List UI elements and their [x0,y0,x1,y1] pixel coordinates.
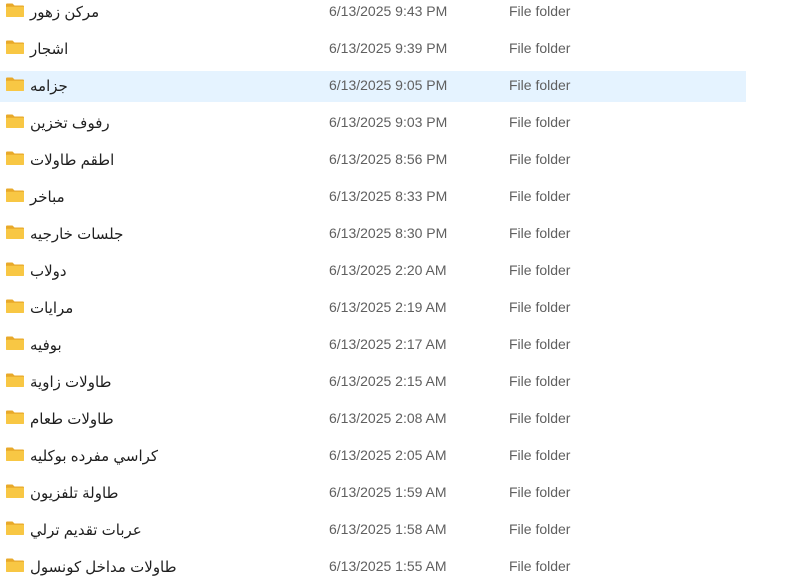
file-row[interactable]: كراسي مفرده بوكليه 6/13/2025 2:05 AM Fil… [0,441,746,472]
folder-icon [5,76,25,92]
folder-icon [5,372,25,388]
file-name: طاولات مداخل كونسول [30,559,177,576]
file-name: مركن زهور [30,4,100,21]
file-date-modified: 6/13/2025 8:56 PM [329,151,448,167]
file-name: اطقم طاولات [30,152,115,169]
file-name: بوفيه [30,337,62,354]
file-row[interactable]: طاولات مداخل كونسول 6/13/2025 1:55 AM Fi… [0,552,746,583]
file-row[interactable]: طاولات زاوية 6/13/2025 2:15 AM File fold… [0,367,746,398]
file-name: مباخر [30,189,65,206]
file-date-modified: 6/13/2025 9:39 PM [329,40,448,56]
file-date-modified: 6/13/2025 2:19 AM [329,299,447,315]
file-name: طاولات طعام [30,411,114,428]
file-row[interactable]: مركن زهور 6/13/2025 9:43 PM File folder [0,0,746,28]
file-row[interactable]: اطقم طاولات 6/13/2025 8:56 PM File folde… [0,145,746,176]
file-type: File folder [509,373,571,389]
file-row[interactable]: مباخر 6/13/2025 8:33 PM File folder [0,182,746,213]
file-type: File folder [509,484,571,500]
file-type: File folder [509,225,571,241]
file-date-modified: 6/13/2025 1:59 AM [329,484,447,500]
file-date-modified: 6/13/2025 2:08 AM [329,410,447,426]
file-type: File folder [509,114,571,130]
file-type: File folder [509,40,571,56]
file-type: File folder [509,447,571,463]
file-row[interactable]: طاولة تلفزيون 6/13/2025 1:59 AM File fol… [0,478,746,509]
folder-icon [5,150,25,166]
file-name: طاولات زاوية [30,374,112,391]
file-date-modified: 6/13/2025 2:17 AM [329,336,447,352]
file-name: جلسات خارجيه [30,226,124,243]
file-row[interactable]: رفوف تخزين 6/13/2025 9:03 PM File folder [0,108,746,139]
file-date-modified: 6/13/2025 9:03 PM [329,114,448,130]
folder-icon [5,520,25,536]
file-type: File folder [509,3,571,19]
file-name: مرايات [30,300,74,317]
folder-icon [5,335,25,351]
folder-icon [5,557,25,573]
file-type: File folder [509,558,571,574]
file-name: كراسي مفرده بوكليه [30,448,159,465]
file-name: جزامه [30,78,68,95]
file-name: رفوف تخزين [30,115,110,132]
file-date-modified: 6/13/2025 1:58 AM [329,521,447,537]
file-list: مركن زهور 6/13/2025 9:43 PM File folder … [0,0,791,577]
file-row[interactable]: عربات تقديم ترلي 6/13/2025 1:58 AM File … [0,515,746,546]
file-row[interactable]: بوفيه 6/13/2025 2:17 AM File folder [0,330,746,361]
file-name: اشجار [30,41,69,58]
file-date-modified: 6/13/2025 2:05 AM [329,447,447,463]
file-row[interactable]: اشجار 6/13/2025 9:39 PM File folder [0,34,746,65]
file-type: File folder [509,336,571,352]
file-type: File folder [509,262,571,278]
folder-icon [5,409,25,425]
folder-icon [5,446,25,462]
folder-icon [5,2,25,18]
folder-icon [5,113,25,129]
file-row[interactable]: دولاب 6/13/2025 2:20 AM File folder [0,256,746,287]
file-row[interactable]: طاولات طعام 6/13/2025 2:08 AM File folde… [0,404,746,435]
file-name: عربات تقديم ترلي [30,522,142,539]
file-date-modified: 6/13/2025 9:43 PM [329,3,448,19]
file-name: دولاب [30,263,67,280]
file-row[interactable]: جزامه 6/13/2025 9:05 PM File folder [0,71,746,102]
file-type: File folder [509,188,571,204]
file-date-modified: 6/13/2025 1:55 AM [329,558,447,574]
file-type: File folder [509,77,571,93]
file-date-modified: 6/13/2025 8:30 PM [329,225,448,241]
folder-icon [5,187,25,203]
folder-icon [5,261,25,277]
file-type: File folder [509,410,571,426]
file-name: طاولة تلفزيون [30,485,119,502]
file-type: File folder [509,151,571,167]
file-type: File folder [509,521,571,537]
folder-icon [5,224,25,240]
folder-icon [5,483,25,499]
file-type: File folder [509,299,571,315]
file-date-modified: 6/13/2025 9:05 PM [329,77,448,93]
folder-icon [5,39,25,55]
file-row[interactable]: مرايات 6/13/2025 2:19 AM File folder [0,293,746,324]
file-date-modified: 6/13/2025 8:33 PM [329,188,448,204]
file-date-modified: 6/13/2025 2:20 AM [329,262,447,278]
file-row[interactable]: جلسات خارجيه 6/13/2025 8:30 PM File fold… [0,219,746,250]
file-date-modified: 6/13/2025 2:15 AM [329,373,447,389]
folder-icon [5,298,25,314]
